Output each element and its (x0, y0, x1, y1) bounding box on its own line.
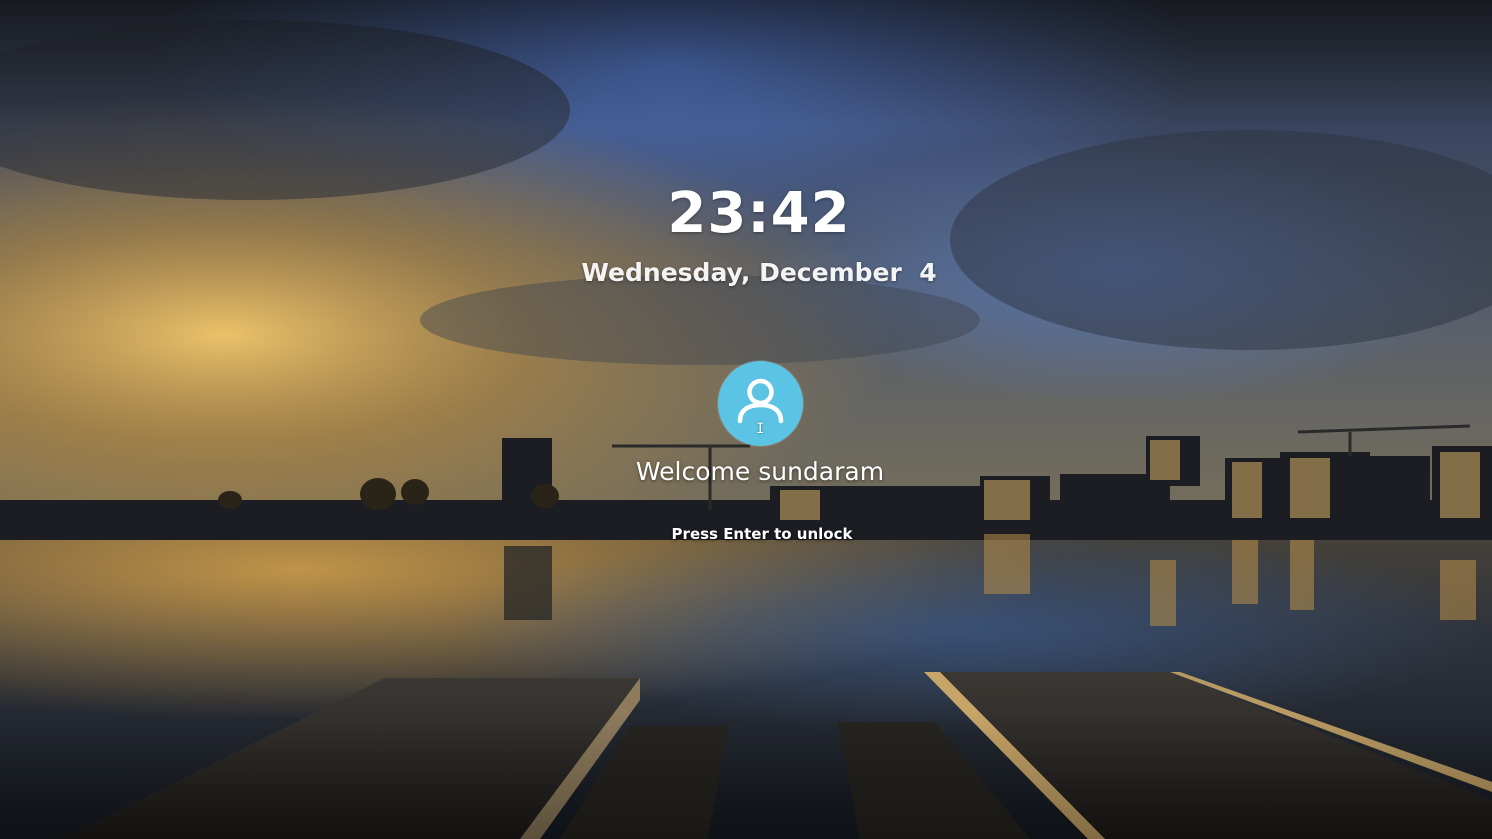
lock-screen-overlay: 23:42 Wednesday, December 4 I Welcome su… (0, 0, 1492, 839)
text-cursor-icon: I (756, 421, 765, 437)
clock-time: 23:42 (667, 181, 851, 246)
lock-screen[interactable]: 23:42 Wednesday, December 4 I Welcome su… (0, 0, 1492, 839)
unlock-hint: Press Enter to unlock (671, 525, 853, 543)
clock-date: Wednesday, December 4 (581, 258, 937, 287)
welcome-message: Welcome sundaram (635, 457, 885, 486)
